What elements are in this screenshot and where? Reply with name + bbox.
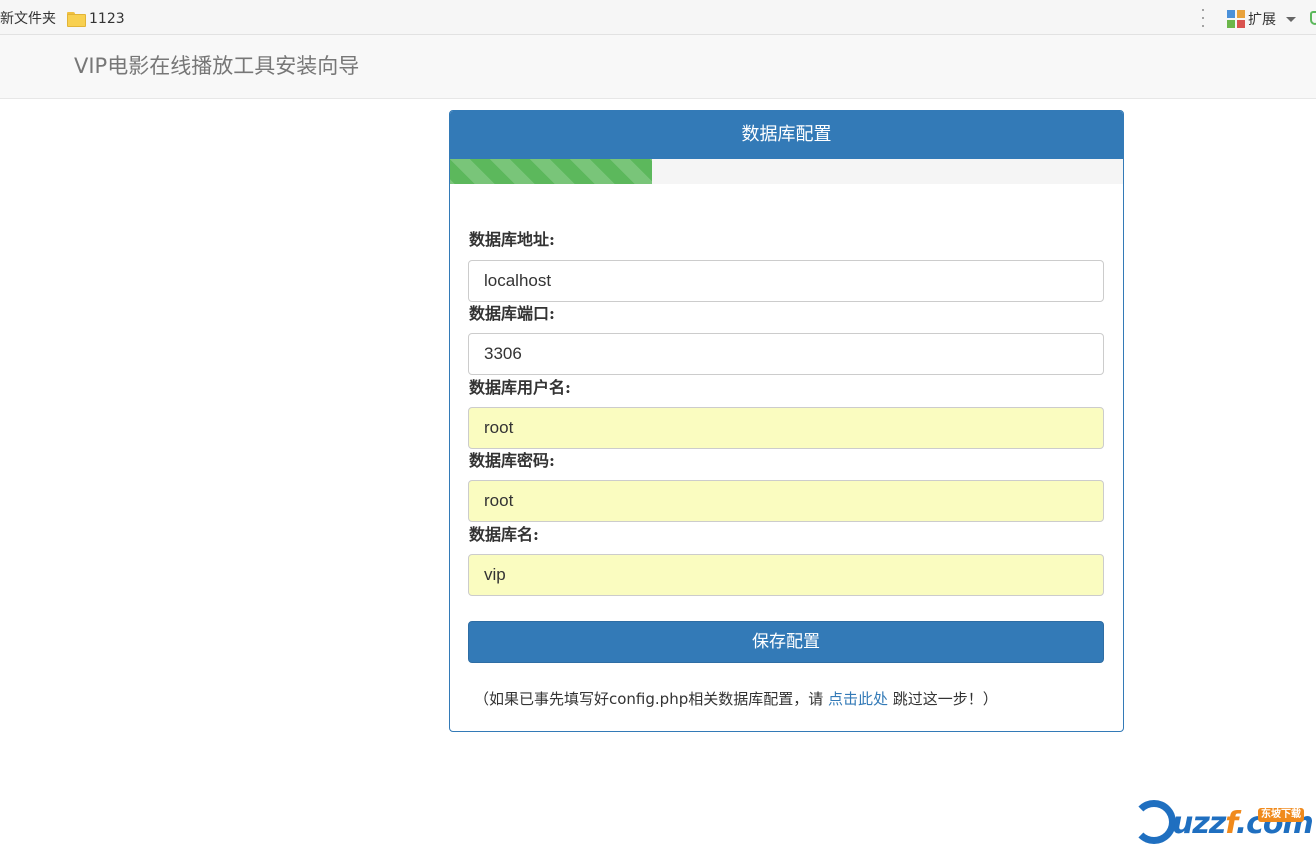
panel-title: 数据库配置: [450, 111, 1123, 159]
bookmark-new-folder[interactable]: 新文件夹: [0, 10, 56, 28]
db-config-panel: 数据库配置 数据库地址: 数据库端口: 数据库用户名: 数据库密码: 数据库名:…: [449, 110, 1124, 732]
bookmark-bar: 新文件夹 1123 扩展: [0, 0, 1316, 35]
shield-icon[interactable]: [1310, 11, 1316, 25]
logo-swoosh-icon: [1132, 800, 1176, 844]
db-name-input[interactable]: [468, 554, 1104, 596]
extensions-label: 扩展: [1248, 12, 1276, 28]
db-port-label: 数据库端口:: [469, 304, 555, 323]
folder-icon: [67, 11, 86, 27]
db-name-label: 数据库名:: [469, 525, 539, 544]
install-progress: [450, 159, 1123, 184]
site-navbar: VIP电影在线播放工具安装向导: [0, 35, 1316, 99]
db-host-input[interactable]: [468, 260, 1104, 302]
db-host-label: 数据库地址:: [469, 230, 555, 249]
save-config-button[interactable]: 保存配置: [468, 621, 1104, 663]
logo-badge: 东坡下载: [1258, 808, 1304, 822]
logo-text-uzz: uzz: [1172, 806, 1226, 841]
db-user-label: 数据库用户名:: [469, 378, 571, 397]
skip-hint-prefix: （如果已事先填写好config.php相关数据库配置，请: [474, 690, 828, 708]
db-password-label: 数据库密码:: [469, 451, 555, 470]
db-password-input[interactable]: [468, 480, 1104, 522]
logo-text-f: f: [1225, 806, 1236, 841]
db-port-input[interactable]: [468, 333, 1104, 375]
bookmark-folder-label: 1123: [89, 11, 125, 27]
skip-hint-suffix: 跳过这一步！）: [888, 690, 998, 708]
uzzf-watermark-logo: uzzf.com 东坡下载: [1132, 800, 1314, 848]
skip-hint: （如果已事先填写好config.php相关数据库配置，请 点击此处 跳过这一步！…: [474, 689, 998, 709]
bookmark-folder-1123[interactable]: 1123: [67, 10, 125, 28]
more-vertical-icon[interactable]: [1201, 9, 1205, 27]
navbar-brand[interactable]: VIP电影在线播放工具安装向导: [74, 53, 359, 79]
db-user-input[interactable]: [468, 407, 1104, 449]
extensions-grid-icon: [1227, 10, 1245, 28]
skip-step-link[interactable]: 点击此处: [828, 690, 888, 708]
install-progress-bar: [450, 159, 652, 184]
chevron-down-icon: [1286, 16, 1296, 22]
extensions-button[interactable]: 扩展: [1227, 9, 1296, 29]
